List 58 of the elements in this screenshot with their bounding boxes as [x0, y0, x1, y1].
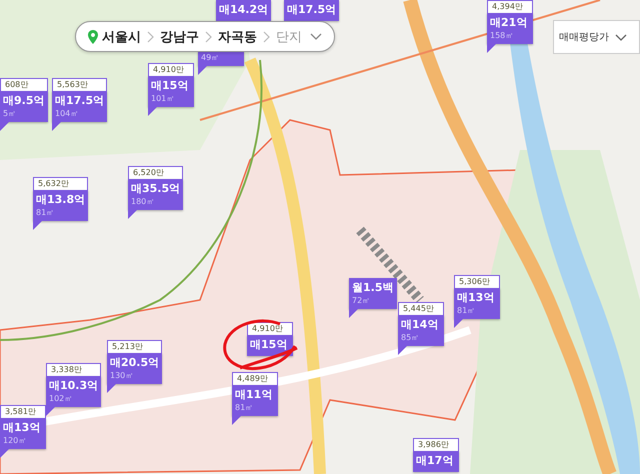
- unit-price: 5,632만: [33, 177, 88, 190]
- deal-price: 매13억: [3, 420, 42, 436]
- deal-price: 매21억: [490, 15, 528, 31]
- deal-price: 매15억: [151, 78, 190, 94]
- unit-price: 5,563만: [52, 78, 108, 91]
- floor-area: 49㎡: [201, 53, 241, 63]
- deal-price: 매17억: [416, 453, 454, 469]
- chevron-right-icon: [263, 30, 270, 42]
- chevron-down-icon: [310, 33, 322, 40]
- price-type-dropdown[interactable]: 매매평당가: [553, 20, 640, 54]
- complex-label: 단지: [276, 28, 302, 46]
- deal-price: 매17.5억: [55, 93, 104, 109]
- unit-price: 3,338만: [46, 363, 102, 376]
- floor-area: 81㎡: [36, 208, 86, 218]
- floor-area: 130㎡: [110, 371, 160, 381]
- deal-price: 매9.5억: [3, 93, 44, 109]
- floor-area: 5㎡: [3, 109, 44, 119]
- unit-price: 3,986만: [413, 438, 459, 451]
- city-label: 서울시: [102, 28, 141, 46]
- deal-price: 월1.5백: [352, 280, 394, 296]
- floor-area: 120㎡: [3, 436, 43, 446]
- deal-price: 매11억: [235, 387, 274, 403]
- deal-price: 매20.5억: [110, 355, 160, 371]
- unit-price: 3,581만: [0, 405, 46, 418]
- floor-area: 81㎡: [457, 306, 497, 316]
- deal-price: 매13.8억: [36, 192, 86, 208]
- floor-area: 81㎡: [235, 403, 275, 413]
- floor-area: 180㎡: [131, 197, 180, 207]
- price-type-label: 매매평당가: [559, 31, 609, 44]
- unit-price: 5,213만: [107, 340, 162, 353]
- deal-price: 매14억: [401, 317, 440, 333]
- city-crumb-button[interactable]: 서울시: [88, 28, 141, 46]
- chevron-right-icon: [147, 30, 154, 42]
- unit-price: 4,394만: [487, 0, 533, 13]
- floor-area: 102㎡: [49, 394, 98, 404]
- floor-area: 72㎡: [352, 296, 394, 306]
- deal-price: 매15억: [250, 337, 288, 353]
- chevron-right-icon: [205, 30, 212, 42]
- floor-area: 85㎡: [401, 333, 441, 343]
- deal-price: 매10.3억: [49, 378, 98, 394]
- unit-price: 5,445만: [398, 302, 444, 315]
- region-crumb[interactable]: 자곡동: [218, 28, 257, 46]
- unit-price: 4,910만: [247, 322, 293, 335]
- unit-price: 608만: [0, 78, 48, 91]
- deal-price: 매35.5억: [131, 181, 180, 197]
- region-crumb[interactable]: 강남구: [160, 28, 199, 46]
- chevron-down-icon: [615, 34, 627, 40]
- deal-price: 매13억: [457, 290, 496, 306]
- floor-area: 158㎡: [490, 31, 530, 41]
- unit-price: 5,306만: [454, 275, 500, 288]
- floor-area: 104㎡: [55, 109, 104, 119]
- unit-price: 4,910만: [148, 63, 194, 76]
- price-marker[interactable]: 4,910만 매15억: [247, 322, 293, 356]
- floor-area: 101㎡: [151, 94, 191, 104]
- unit-price: 6,520만: [128, 166, 184, 179]
- location-pin-icon: [88, 30, 98, 44]
- unit-price: 4,489만: [232, 372, 278, 385]
- price-marker[interactable]: 3,986만 매17억: [413, 438, 459, 472]
